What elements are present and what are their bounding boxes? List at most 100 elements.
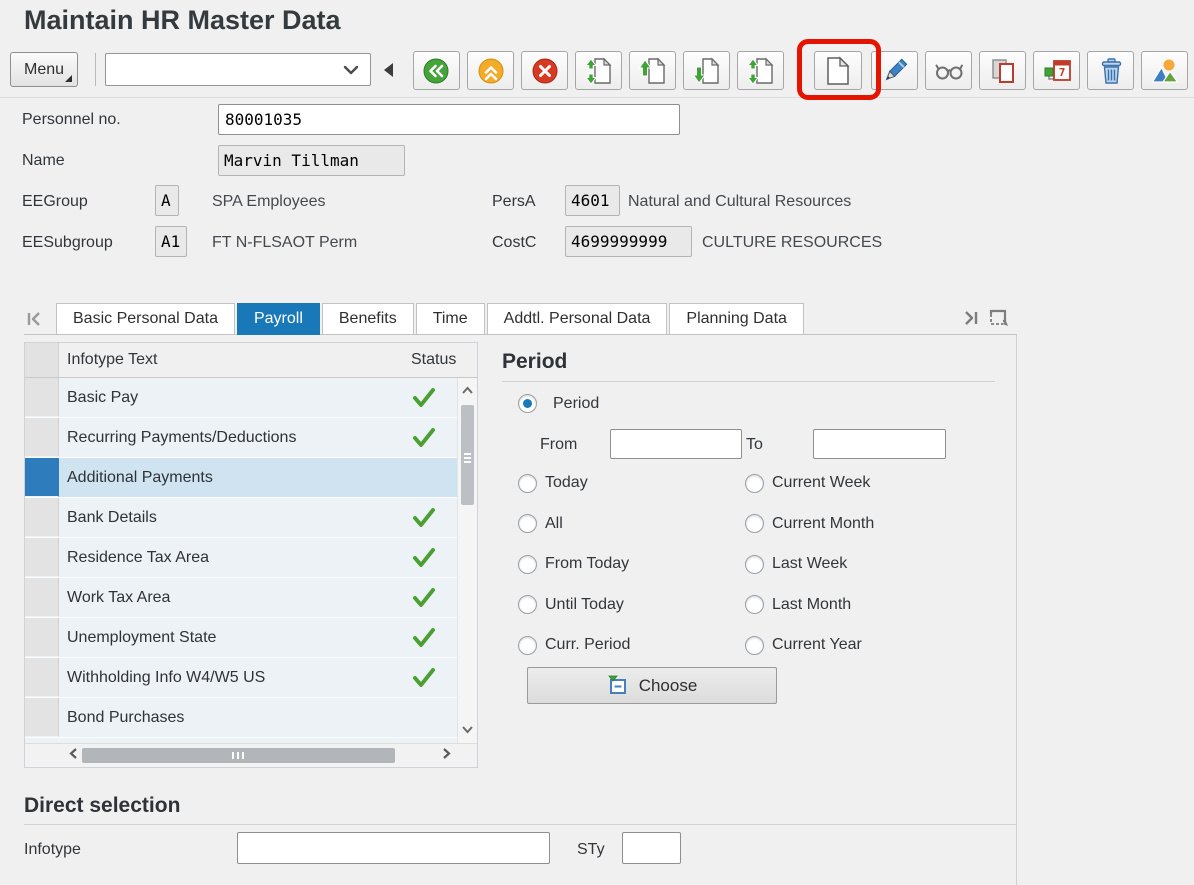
chevron-down-icon[interactable] xyxy=(343,62,359,80)
radio-current-week[interactable] xyxy=(745,473,764,493)
back-icon xyxy=(423,58,448,83)
choose-button[interactable]: Choose xyxy=(527,667,777,704)
from-input[interactable] xyxy=(610,429,742,459)
change-button[interactable] xyxy=(871,51,918,90)
tab-time[interactable]: Time xyxy=(415,303,485,335)
personnel-no-input[interactable] xyxy=(218,104,680,135)
back-button[interactable] xyxy=(413,51,460,90)
status-check-icon xyxy=(413,427,435,447)
delimit-calendar-icon: 7 xyxy=(1044,59,1071,81)
period-heading: Period xyxy=(502,350,568,373)
row-selector[interactable] xyxy=(25,658,59,697)
row-selector[interactable] xyxy=(25,498,59,537)
scroll-down-icon[interactable] xyxy=(461,721,474,739)
radio-option-label: Current Week xyxy=(772,474,871,492)
divider xyxy=(95,53,96,86)
collapse-toolbar-icon[interactable] xyxy=(384,63,393,77)
exit-icon xyxy=(478,58,503,83)
scroll-up-icon[interactable] xyxy=(461,382,474,400)
status-check-icon xyxy=(413,507,435,527)
table-row[interactable]: Work Tax Area xyxy=(25,578,477,618)
tab-planning-data[interactable]: Planning Data xyxy=(669,303,804,335)
first-record-button[interactable] xyxy=(575,51,622,90)
copy-icon xyxy=(991,58,1014,83)
cancel-icon xyxy=(532,58,557,83)
costc-text: CULTURE RESOURCES xyxy=(702,234,883,251)
tab-payroll[interactable]: Payroll xyxy=(236,303,320,335)
delete-button[interactable] xyxy=(1087,51,1134,90)
tab-benefits[interactable]: Benefits xyxy=(321,303,414,335)
choose-period-icon xyxy=(607,675,626,694)
table-row-selected[interactable]: Additional Payments xyxy=(25,458,477,498)
delimit-button[interactable]: 7 xyxy=(1033,51,1080,90)
row-selector[interactable] xyxy=(25,618,59,657)
column-header-infotype-text[interactable]: Infotype Text xyxy=(59,343,409,377)
to-label: To xyxy=(746,436,763,453)
table-row[interactable]: Bond Purchases xyxy=(25,698,477,738)
column-header-status[interactable]: Status xyxy=(409,343,477,377)
row-label: Basic Pay xyxy=(67,389,139,406)
previous-record-button[interactable] xyxy=(629,51,676,90)
radio-current-year[interactable] xyxy=(745,635,764,655)
pencil-icon xyxy=(885,58,907,80)
hscroll-track xyxy=(82,748,438,763)
table-row[interactable]: Recurring Payments/Deductions xyxy=(25,418,477,458)
radio-current-month[interactable] xyxy=(745,514,764,534)
table-row[interactable]: Unemployment State xyxy=(25,618,477,658)
tab-basic-personal-data[interactable]: Basic Personal Data xyxy=(56,303,235,335)
radio-all[interactable] xyxy=(518,514,537,534)
sty-input[interactable] xyxy=(622,832,681,864)
table-row[interactable]: Bank Details xyxy=(25,498,477,538)
radio-from-today[interactable] xyxy=(518,554,537,574)
period-radio[interactable] xyxy=(518,394,537,413)
divider xyxy=(24,824,1016,825)
scroll-right-icon[interactable] xyxy=(442,747,451,765)
menu-button-label: Menu xyxy=(23,60,65,78)
row-selector[interactable] xyxy=(25,458,59,497)
radio-today[interactable] xyxy=(518,473,537,493)
radio-option-label: Until Today xyxy=(545,595,624,613)
row-selector[interactable] xyxy=(25,578,59,617)
radio-last-month[interactable] xyxy=(745,595,764,615)
to-input[interactable] xyxy=(813,429,946,459)
horizontal-scrollbar[interactable] xyxy=(25,743,477,767)
copy-button[interactable] xyxy=(979,51,1026,90)
table-row[interactable]: Basic Pay xyxy=(25,378,477,418)
next-record-button[interactable] xyxy=(683,51,730,90)
cancel-button[interactable] xyxy=(521,51,568,90)
tab-scroll-right-icon[interactable] xyxy=(962,309,980,332)
create-button[interactable] xyxy=(814,51,862,90)
display-button[interactable] xyxy=(925,51,972,90)
name-value: Marvin Tillman xyxy=(218,145,405,176)
status-check-icon xyxy=(413,387,435,407)
overview-button[interactable] xyxy=(1141,51,1188,90)
row-selector[interactable] xyxy=(25,418,59,457)
selector-column-header[interactable] xyxy=(25,343,59,377)
row-label: Recurring Payments/Deductions xyxy=(67,429,297,446)
vscroll-thumb[interactable] xyxy=(461,405,474,505)
hscroll-thumb[interactable] xyxy=(82,748,396,763)
tab-scroll-left-icon[interactable] xyxy=(25,310,43,333)
costc-label: CostC xyxy=(492,234,537,251)
radio-until-today[interactable] xyxy=(518,595,537,615)
row-selector[interactable] xyxy=(25,698,59,737)
last-record-button[interactable] xyxy=(737,51,784,90)
period-radio-label: Period xyxy=(553,395,600,412)
table-row[interactable]: Withholding Info W4/W5 US xyxy=(25,658,477,698)
radio-last-week[interactable] xyxy=(745,554,764,574)
detach-pane-icon[interactable] xyxy=(989,309,1009,332)
page-up-down-icon xyxy=(746,57,773,85)
divider xyxy=(1016,335,1017,885)
vertical-scrollbar[interactable] xyxy=(457,378,477,743)
row-selector[interactable] xyxy=(25,378,59,417)
row-selector[interactable] xyxy=(25,538,59,577)
menu-button[interactable]: Menu xyxy=(10,52,78,87)
table-row[interactable]: Residence Tax Area xyxy=(25,538,477,578)
scroll-left-icon[interactable] xyxy=(69,747,78,765)
radio-curr-period[interactable] xyxy=(518,635,537,655)
exit-button[interactable] xyxy=(467,51,514,90)
infotype-input[interactable] xyxy=(237,832,550,864)
command-input[interactable] xyxy=(105,53,371,86)
tab-addtl-personal-data[interactable]: Addtl. Personal Data xyxy=(486,303,668,335)
page-down-icon xyxy=(692,57,719,84)
